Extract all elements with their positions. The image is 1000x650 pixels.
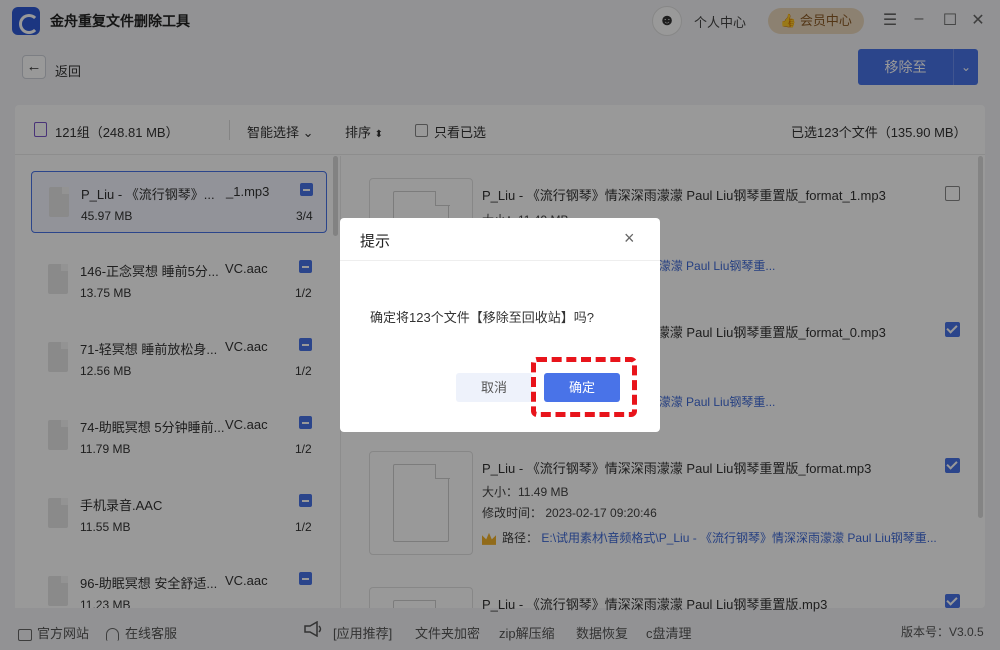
highlight-annotation bbox=[531, 357, 637, 417]
close-icon[interactable]: × bbox=[624, 228, 635, 249]
dialog-message: 确定将123个文件【移除至回收站】吗? bbox=[370, 310, 594, 325]
cancel-button[interactable]: 取消 bbox=[456, 373, 532, 402]
dialog-title: 提示 bbox=[360, 233, 391, 250]
divider bbox=[340, 260, 660, 261]
